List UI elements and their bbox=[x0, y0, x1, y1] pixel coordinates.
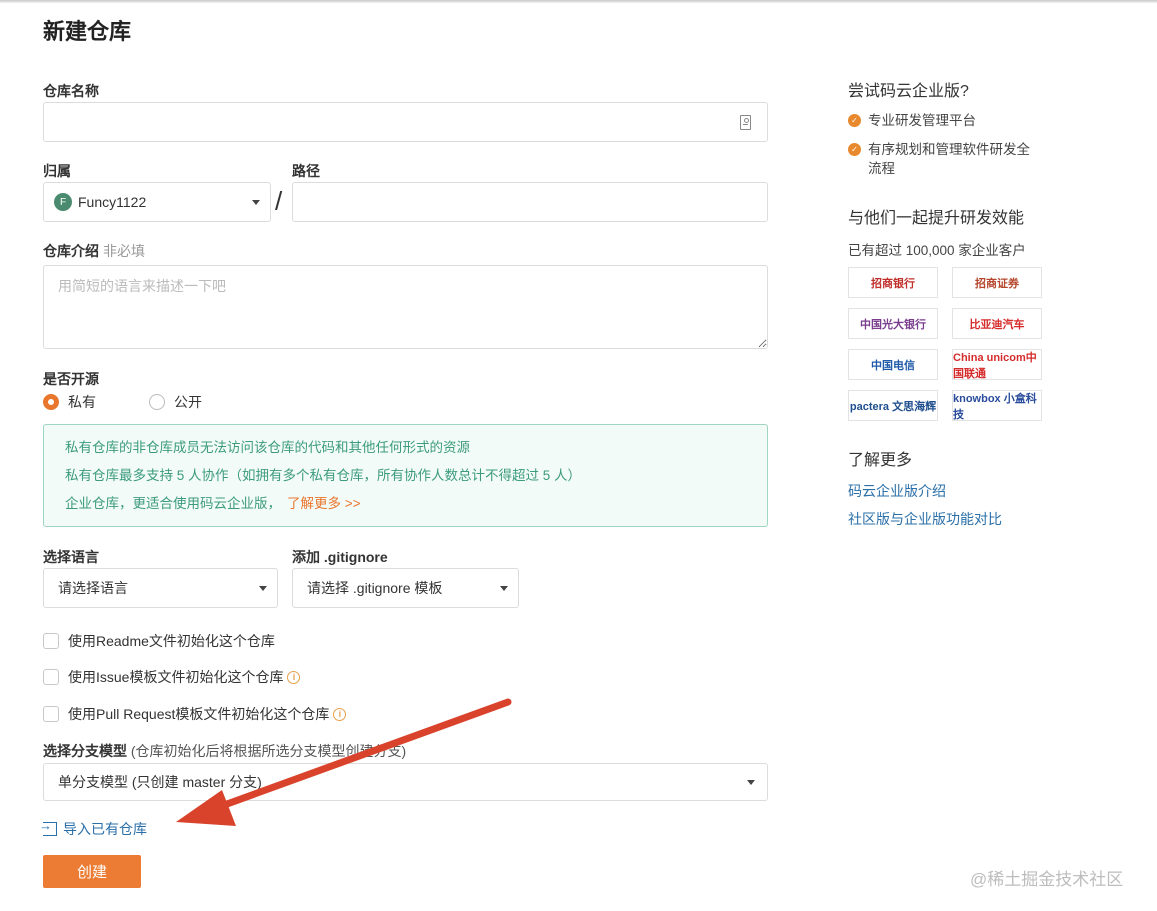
language-label: 选择语言 bbox=[43, 549, 99, 565]
gitignore-label: 添加 .gitignore bbox=[292, 549, 388, 565]
branch-model-label: 选择分支模型 (仓库初始化后将根据所选分支模型创建分支) bbox=[43, 741, 406, 761]
chevron-down-icon bbox=[500, 586, 508, 591]
customers-count: 已有超过 100,000 家企业客户 bbox=[848, 243, 1026, 258]
repo-name-field[interactable] bbox=[43, 102, 768, 142]
contact-card-icon bbox=[740, 115, 751, 130]
radio-private-indicator[interactable] bbox=[43, 394, 59, 410]
radio-public-label: 公开 bbox=[174, 394, 202, 410]
language-select[interactable]: 请选择语言 bbox=[43, 568, 278, 608]
feature-text: 有序规划和管理软件研发全流程 bbox=[868, 142, 1030, 176]
notice-line: 私有仓库的非仓库成员无法访问该仓库的代码和其他任何形式的资源 bbox=[65, 440, 470, 455]
radio-public[interactable]: 公开 bbox=[149, 392, 202, 412]
description-textarea[interactable] bbox=[43, 265, 768, 349]
learn-more-title: 了解更多 bbox=[848, 452, 913, 469]
pr-template-checkbox[interactable] bbox=[43, 706, 59, 722]
create-button[interactable]: 创建 bbox=[43, 855, 141, 888]
description-label: 仓库介绍 非必填 bbox=[43, 241, 145, 261]
optional-hint: 非必填 bbox=[103, 243, 145, 259]
repo-name-label: 仓库名称 bbox=[43, 83, 99, 99]
feature-item: ✓ 专业研发管理平台 bbox=[848, 111, 976, 130]
repo-name-input[interactable] bbox=[44, 103, 767, 141]
visibility-radio-group: 私有 公开 bbox=[43, 392, 235, 412]
radio-private-label: 私有 bbox=[68, 394, 96, 410]
learn-more-link[interactable]: 了解更多 >> bbox=[287, 496, 361, 511]
branch-model-value: 单分支模型 (只创建 master 分支) bbox=[58, 774, 262, 790]
path-separator: / bbox=[275, 186, 283, 216]
gitignore-value: 请选择 .gitignore 模板 bbox=[307, 580, 443, 596]
feature-text: 专业研发管理平台 bbox=[868, 113, 976, 128]
private-repo-notice: 私有仓库的非仓库成员无法访问该仓库的代码和其他任何形式的资源 私有仓库最多支持 … bbox=[43, 424, 768, 527]
gitignore-select[interactable]: 请选择 .gitignore 模板 bbox=[292, 568, 519, 608]
enterprise-title: 尝试码云企业版? bbox=[848, 83, 969, 100]
enterprise-intro-link[interactable]: 码云企业版介绍 bbox=[848, 481, 946, 501]
import-icon bbox=[39, 818, 57, 836]
customer-logo: 中国电信 bbox=[848, 349, 938, 380]
radio-public-indicator[interactable] bbox=[149, 394, 165, 410]
customer-logo: 招商证券 bbox=[952, 267, 1042, 298]
info-icon[interactable]: i bbox=[287, 670, 301, 684]
customer-logo: 中国光大银行 bbox=[848, 308, 938, 339]
customer-logo: China unicom中国联通 bbox=[952, 349, 1042, 380]
path-label: 路径 bbox=[292, 163, 320, 179]
feature-item: ✓ 有序规划和管理软件研发全流程 bbox=[848, 140, 1043, 178]
customer-logo: knowbox 小盒科技 bbox=[952, 390, 1042, 421]
pr-template-checkbox-label: 使用Pull Request模板文件初始化这个仓库 bbox=[68, 706, 330, 722]
customer-logo: pactera 文思海辉 bbox=[848, 390, 938, 421]
top-border bbox=[0, 0, 1157, 3]
owner-value: Funcy1122 bbox=[78, 194, 147, 210]
avatar: F bbox=[54, 193, 72, 211]
chevron-down-icon bbox=[259, 586, 267, 591]
watermark: @稀土掘金技术社区 bbox=[970, 870, 1124, 889]
readme-checkbox[interactable] bbox=[43, 633, 59, 649]
chevron-down-icon bbox=[252, 200, 260, 205]
customer-logo: 招商银行 bbox=[848, 267, 938, 298]
branch-model-select[interactable]: 单分支模型 (只创建 master 分支) bbox=[43, 763, 768, 801]
customer-logo: 比亚迪汽车 bbox=[952, 308, 1042, 339]
check-circle-icon: ✓ bbox=[848, 143, 861, 156]
issue-template-checkbox[interactable] bbox=[43, 669, 59, 685]
owner-label: 归属 bbox=[43, 163, 71, 179]
issue-template-checkbox-row[interactable]: 使用Issue模板文件初始化这个仓库 i bbox=[43, 667, 301, 687]
radio-private[interactable]: 私有 bbox=[43, 392, 96, 412]
issue-template-checkbox-label: 使用Issue模板文件初始化这个仓库 bbox=[68, 669, 284, 685]
path-field[interactable] bbox=[292, 182, 768, 222]
readme-checkbox-label: 使用Readme文件初始化这个仓库 bbox=[68, 633, 275, 649]
notice-line: 私有仓库最多支持 5 人协作（如拥有多个私有仓库，所有协作人数总计不得超过 5 … bbox=[65, 468, 582, 483]
import-repo-label: 导入已有仓库 bbox=[63, 821, 147, 837]
visibility-label: 是否开源 bbox=[43, 371, 99, 387]
info-icon[interactable]: i bbox=[333, 707, 347, 721]
readme-checkbox-row[interactable]: 使用Readme文件初始化这个仓库 bbox=[43, 631, 275, 651]
notice-line-text: 企业仓库，更适合使用码云企业版， bbox=[65, 496, 281, 511]
check-circle-icon: ✓ bbox=[848, 114, 861, 127]
chevron-down-icon bbox=[747, 780, 755, 785]
branch-model-hint: (仓库初始化后将根据所选分支模型创建分支) bbox=[130, 743, 407, 759]
together-title: 与他们一起提升研发效能 bbox=[848, 210, 1025, 227]
pr-template-checkbox-row[interactable]: 使用Pull Request模板文件初始化这个仓库 i bbox=[43, 704, 347, 724]
page-title: 新建仓库 bbox=[43, 19, 132, 44]
owner-select[interactable]: F Funcy1122 bbox=[43, 182, 271, 222]
path-input[interactable] bbox=[293, 183, 767, 221]
compare-editions-link[interactable]: 社区版与企业版功能对比 bbox=[848, 509, 1002, 529]
branch-model-label-text: 选择分支模型 bbox=[43, 743, 127, 759]
import-repo-link[interactable]: 导入已有仓库 bbox=[39, 818, 147, 839]
description-label-text: 仓库介绍 bbox=[43, 243, 99, 259]
language-value: 请选择语言 bbox=[58, 580, 128, 596]
notice-line: 企业仓库，更适合使用码云企业版， 了解更多 >> bbox=[65, 495, 746, 523]
